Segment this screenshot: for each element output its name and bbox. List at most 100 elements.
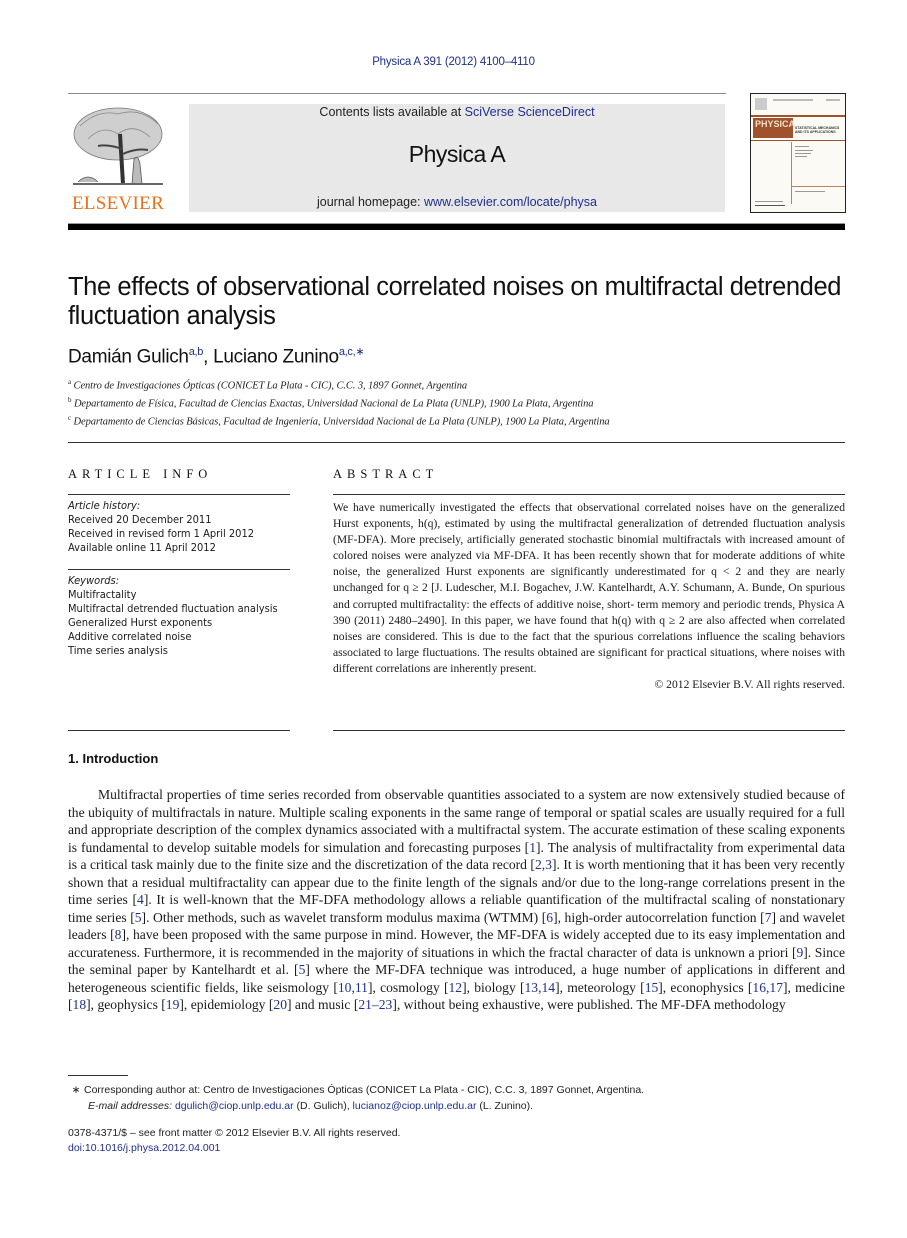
- affiliation-mark: c: [68, 414, 72, 422]
- cover-text-line: [795, 150, 813, 151]
- cover-header-line: [826, 99, 840, 101]
- paragraph-text: ], high-order autocorrelation function [: [553, 909, 765, 925]
- article-title: The effects of observational correlated …: [68, 273, 842, 330]
- citation-link[interactable]: 13,14: [525, 980, 556, 995]
- citation-link[interactable]: 2,3: [535, 857, 552, 872]
- history-revised: Received in revised form 1 April 2012: [68, 527, 255, 540]
- doi-link[interactable]: doi:10.1016/j.physa.2012.04.001: [68, 1141, 400, 1156]
- author-affiliation-marks[interactable]: a,b: [189, 346, 204, 358]
- affiliation-b: b Departamento de Física, Facultad de Ci…: [68, 396, 594, 410]
- citation-link[interactable]: 12: [448, 980, 462, 995]
- keywords-rule: [68, 730, 290, 731]
- paragraph-text: ], meteorology [: [555, 979, 645, 995]
- journal-cover-thumbnail: PHYSICA STATISTICAL MECHANICS AND ITS AP…: [750, 93, 846, 213]
- paragraph-text: ]. Other methods, such as wavelet transf…: [141, 909, 547, 925]
- paragraph-text: ], have been proposed with the same purp…: [68, 927, 846, 960]
- author-affiliation-marks[interactable]: a,c,∗: [339, 346, 365, 358]
- keyword-item: Multifractality: [68, 588, 137, 601]
- homepage-line: journal homepage: www.elsevier.com/locat…: [189, 195, 725, 209]
- paragraph-text: ], without being exhaustive, were publis…: [392, 997, 786, 1012]
- abstract-copyright: © 2012 Elsevier B.V. All rights reserved…: [654, 678, 845, 692]
- paragraph-text: ] and music [: [287, 997, 359, 1012]
- abstract-heading: ABSTRACT: [333, 467, 439, 481]
- issn-line: 0378-4371/$ – see front matter © 2012 El…: [68, 1127, 401, 1139]
- affiliation-text: Centro de Investigaciones Ópticas (CONIC…: [73, 380, 468, 392]
- keyword-item: Multifractal detrended fluctuation analy…: [68, 602, 278, 615]
- cover-header-line: [773, 99, 813, 101]
- keyword-item: Generalized Hurst exponents: [68, 616, 213, 629]
- journal-title: Physica A: [408, 141, 506, 167]
- journal-reference[interactable]: Physica A 391 (2012) 4100–4110: [0, 56, 907, 68]
- cover-rule: [791, 186, 845, 187]
- history-online: Available online 11 April 2012: [68, 541, 216, 554]
- citation-link[interactable]: 15: [645, 980, 659, 995]
- cover-banner: PHYSICA: [753, 118, 795, 138]
- citation-link[interactable]: 20: [273, 997, 287, 1012]
- affiliation-c: c Departamento de Ciencias Básicas, Facu…: [68, 414, 610, 428]
- author-separator: ,: [203, 346, 214, 368]
- article-info-heading: ARTICLE INFO: [68, 467, 213, 481]
- affiliations-rule: [68, 442, 845, 443]
- author-list: Damián Gulicha,b, Luciano Zuninoa,c,∗: [68, 345, 365, 368]
- footnote-rule: [68, 1075, 128, 1076]
- cover-text-line: [795, 156, 807, 157]
- author-name: Damián Gulich: [68, 346, 189, 368]
- abstract-rule: [333, 494, 845, 495]
- footnote-mark: ∗: [71, 1084, 81, 1096]
- affiliation-text: Departamento de Ciencias Básicas, Facult…: [73, 416, 610, 428]
- sciencedirect-link[interactable]: SciVerse ScienceDirect: [465, 105, 595, 119]
- keyword-item: Time series analysis: [68, 644, 168, 657]
- paragraph-text: ], econophysics [: [658, 979, 753, 995]
- citation-link[interactable]: 21–23: [358, 997, 392, 1012]
- introduction-paragraph: Multifractal properties of time series r…: [68, 786, 845, 1014]
- email-link-zunino[interactable]: lucianoz@ciop.unlp.edu.ar: [353, 1100, 477, 1112]
- corresponding-author-line: ∗ Corresponding author at: Centro de Inve…: [68, 1082, 828, 1098]
- affiliation-a: a Centro de Investigaciones Ópticas (CON…: [68, 378, 467, 392]
- citation-link[interactable]: 18: [73, 997, 87, 1012]
- paragraph-text: ], epidemiology [: [179, 997, 274, 1012]
- contents-line: Contents lists available at SciVerse Sci…: [189, 105, 725, 119]
- citation-link[interactable]: 5: [135, 910, 142, 925]
- cover-subtitle: STATISTICAL MECHANICS AND ITS APPLICATIO…: [795, 126, 840, 134]
- header-top-rule: [68, 93, 726, 94]
- abstract-bottom-rule: [333, 730, 845, 731]
- homepage-prefix: journal homepage:: [316, 195, 425, 209]
- abstract-body: We have numerically investigated the eff…: [333, 500, 845, 693]
- paragraph-text: ], geophysics [: [86, 997, 166, 1012]
- homepage-link[interactable]: www.elsevier.com/locate/physa: [424, 195, 597, 209]
- citation-link[interactable]: 10,11: [338, 980, 368, 995]
- email-owner: (L. Zunino).: [476, 1100, 534, 1112]
- cover-text-line: [795, 146, 809, 147]
- introduction-body: Multifractal properties of time series r…: [68, 786, 845, 1014]
- article-history: Article history: Received 20 December 20…: [68, 499, 290, 555]
- abstract-text: We have numerically investigated the eff…: [333, 501, 845, 675]
- citation-link[interactable]: 16,17: [752, 980, 783, 995]
- author-name: Luciano Zunino: [213, 346, 339, 368]
- cover-rule: [751, 115, 845, 117]
- tree-icon: [73, 107, 163, 185]
- cover-logo-icon: [755, 98, 767, 110]
- keyword-item: Additive correlated noise: [68, 630, 192, 643]
- affiliation-text: Departamento de Física, Facultad de Cien…: [73, 398, 594, 410]
- header-bottom-rule: [68, 223, 845, 230]
- corresponding-author-text: Corresponding author at: Centro de Inves…: [84, 1084, 645, 1096]
- article-info-rule: [68, 494, 290, 495]
- cover-text-line: [755, 201, 783, 202]
- cover-rule: [751, 140, 845, 141]
- email-owner: (D. Gulich),: [293, 1100, 353, 1112]
- journal-masthead: Contents lists available at SciVerse Sci…: [189, 104, 725, 212]
- affiliation-mark: a: [68, 378, 72, 386]
- affiliation-mark: b: [68, 396, 72, 404]
- front-matter: 0378-4371/$ – see front matter © 2012 El…: [68, 1126, 400, 1156]
- citation-link[interactable]: 4: [137, 892, 144, 907]
- cover-text-line: [795, 191, 825, 192]
- email-line: E-mail addresses: dgulich@ciop.unlp.edu.…: [68, 1098, 828, 1114]
- email-link-gulich[interactable]: dgulich@ciop.unlp.edu.ar: [175, 1100, 294, 1112]
- contents-prefix: Contents lists available at: [319, 105, 465, 119]
- corresponding-author-footnote: ∗ Corresponding author at: Centro de Inve…: [68, 1082, 828, 1114]
- cover-column-rule: [791, 142, 792, 204]
- keywords: Keywords: Multifractality Multifractal d…: [68, 574, 290, 658]
- citation-link[interactable]: 1: [529, 840, 536, 855]
- citation-link[interactable]: 19: [166, 997, 180, 1012]
- elsevier-logo-text: ELSEVIER: [71, 193, 165, 214]
